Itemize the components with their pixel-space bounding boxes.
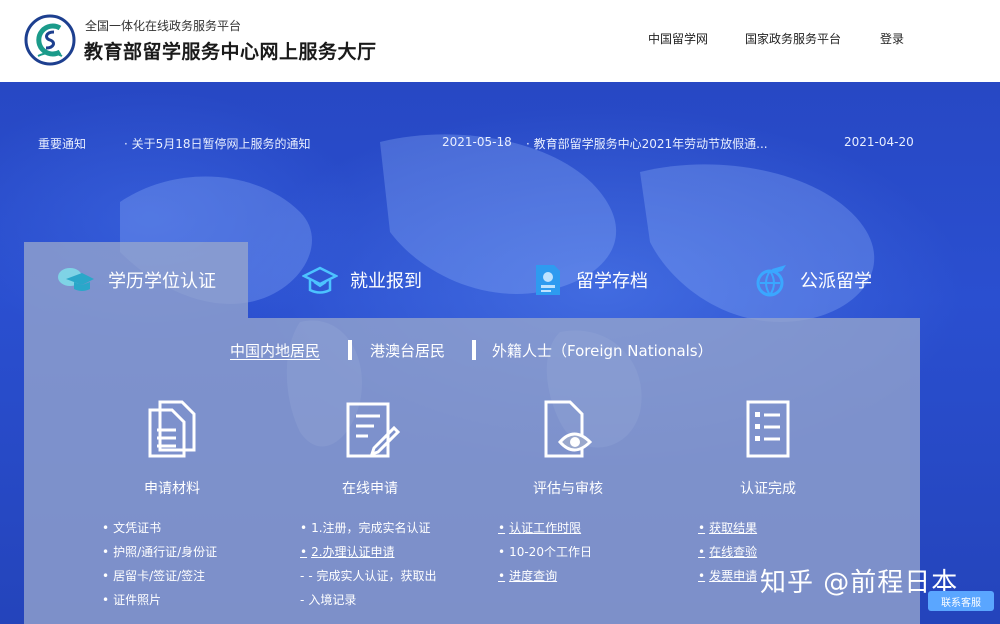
list-item: 证件照片 — [102, 588, 217, 612]
notice-label: 重要通知 — [38, 137, 87, 151]
tab-label: 公派留学 — [800, 271, 872, 292]
logo-icon[interactable] — [24, 14, 76, 66]
step-label: 认证完成 — [740, 481, 796, 497]
document-eye-icon — [544, 400, 593, 458]
list-item: 居留卡/签证/签注 — [102, 564, 217, 588]
nav-link-cscse[interactable]: 中国留学网 — [648, 30, 708, 47]
notice-item-title[interactable]: · 教育部留学服务中心2021年劳动节放假通... — [526, 135, 768, 152]
tab-public-study-abroad[interactable]: 公派留学 — [752, 242, 872, 318]
online-verify-link[interactable]: 在线查验 — [698, 540, 757, 564]
step-online-application: 在线申请 — [300, 398, 440, 498]
globe-plane-icon — [756, 265, 786, 297]
step-application-materials: 申请材料 — [102, 398, 242, 498]
review-list: 认证工作时限 10-20个工作日 进度查询 — [498, 516, 592, 588]
divider — [348, 340, 352, 360]
tab-degree-verification[interactable]: 学历学位认证 — [24, 242, 248, 318]
step-label: 在线申请 — [342, 481, 398, 497]
get-result-link[interactable]: 获取结果 — [698, 516, 757, 540]
graduation-cap-icon — [58, 268, 94, 291]
time-limit-link[interactable]: 认证工作时限 — [498, 516, 592, 540]
apply-link[interactable]: 2.办理认证申请 — [300, 540, 437, 564]
notice-item-title[interactable]: · 关于5月18日暂停网上服务的通知 — [124, 135, 311, 152]
invoice-request-link[interactable]: 发票申请 — [698, 564, 757, 588]
progress-query-link[interactable]: 进度查询 — [498, 564, 592, 588]
notice-item-date: 2021-04-20 — [844, 135, 914, 149]
list-item: 文凭证书 — [102, 516, 217, 540]
cap-book-icon — [302, 266, 338, 294]
divider — [472, 340, 476, 360]
tab-label: 留学存档 — [576, 271, 648, 292]
tab-employment-report[interactable]: 就业报到 — [302, 242, 422, 318]
contact-service-button[interactable]: 联系客服 — [928, 591, 994, 611]
checklist-icon — [746, 400, 790, 458]
service-tabs: 学历学位认证 就业报到 留学存档 公派留学 — [24, 242, 920, 318]
step-evaluation-review: 评估与审核 — [498, 398, 638, 498]
list-item: 入境记录 — [300, 588, 437, 612]
step-verification-complete: 认证完成 — [698, 398, 838, 498]
application-steps-list: 1.注册，完成实名认证 2.办理认证申请 - 完成实人认证，获取出 入境记录 — [300, 516, 437, 612]
nav-link-gov-platform[interactable]: 国家政务服务平台 — [745, 30, 841, 47]
platform-subtitle: 全国一体化在线政务服务平台 — [85, 19, 242, 33]
documents-icon — [148, 400, 196, 458]
site-header: 全国一体化在线政务服务平台 教育部留学服务中心网上服务大厅 中国留学网 国家政务… — [0, 0, 1000, 82]
residency-mainland[interactable]: 中国内地居民 — [230, 340, 320, 361]
residency-foreign-nationals[interactable]: 外籍人士（Foreign Nationals） — [492, 340, 713, 361]
list-item: 护照/通行证/身份证 — [102, 540, 217, 564]
site-title[interactable]: 教育部留学服务中心网上服务大厅 — [84, 37, 377, 64]
form-edit-icon — [346, 402, 400, 458]
tab-label: 就业报到 — [350, 271, 422, 292]
materials-list: 文凭证书 护照/通行证/身份证 居留卡/签证/签注 证件照片 — [102, 516, 217, 612]
nav-link-login[interactable]: 登录 — [880, 30, 904, 47]
notice-bar: 重要通知 · 关于5月18日暂停网上服务的通知 2021-05-18 · 教育部… — [24, 126, 920, 158]
list-item: 10-20个工作日 — [498, 540, 592, 564]
list-item: - 完成实人认证，获取出 — [300, 564, 436, 588]
residency-hk-macao-taiwan[interactable]: 港澳台居民 — [370, 340, 445, 361]
document-archive-icon — [536, 265, 560, 295]
tab-label: 学历学位认证 — [108, 271, 216, 292]
main-banner: 重要通知 · 关于5月18日暂停网上服务的通知 2021-05-18 · 教育部… — [0, 82, 1000, 624]
tab-archive[interactable]: 留学存档 — [532, 242, 648, 318]
notice-item-date: 2021-05-18 — [442, 135, 512, 149]
completion-list: 获取结果 在线查验 发票申请 — [698, 516, 757, 588]
step-label: 申请材料 — [144, 481, 200, 497]
list-item: 1.注册，完成实名认证 — [300, 516, 437, 540]
step-label: 评估与审核 — [533, 481, 603, 497]
